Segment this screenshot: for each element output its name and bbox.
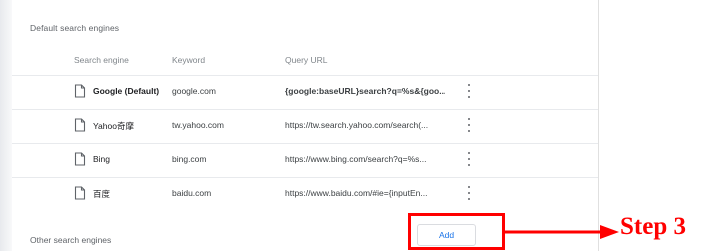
row-divider bbox=[12, 109, 598, 110]
engine-row-bing: Bing bing.com https://www.bing.com/searc… bbox=[12, 143, 598, 177]
row-divider bbox=[12, 177, 598, 178]
engine-keyword: baidu.com bbox=[172, 188, 212, 198]
engine-query-url: https://tw.search.yahoo.com/search(... bbox=[285, 120, 429, 130]
arrow-right-icon bbox=[504, 225, 619, 239]
page-icon bbox=[74, 152, 86, 166]
more-vert-icon[interactable] bbox=[464, 186, 474, 200]
engine-name: Bing bbox=[93, 154, 111, 164]
page-icon bbox=[74, 118, 86, 132]
column-header-keyword: Keyword bbox=[172, 55, 206, 65]
engine-row-baidu: 百度 baidu.com https://www.baidu.com/#ie={… bbox=[12, 177, 598, 211]
column-header-query-url: Query URL bbox=[285, 55, 328, 65]
engine-keyword: google.com bbox=[172, 86, 216, 96]
other-search-engines-title: Other search engines bbox=[30, 235, 112, 245]
engine-query-url: {google:baseURL}search?q=%s&{goo... bbox=[285, 86, 445, 96]
engine-row-yahoo: Yahoo奇摩 tw.yahoo.com https://tw.search.y… bbox=[12, 109, 598, 143]
engine-name: Yahoo奇摩 bbox=[93, 121, 134, 131]
more-vert-icon[interactable] bbox=[464, 152, 474, 166]
engine-keyword: tw.yahoo.com bbox=[172, 120, 224, 130]
section-title: Default search engines bbox=[30, 23, 120, 33]
page-icon bbox=[74, 84, 86, 98]
search-engines-card: Default search engines Search engine Key… bbox=[12, 0, 599, 251]
row-divider bbox=[12, 143, 598, 144]
annotation-highlight-box bbox=[408, 213, 505, 250]
engine-name: 百度 bbox=[93, 189, 111, 199]
page-background-edge bbox=[0, 0, 12, 251]
more-vert-icon[interactable] bbox=[464, 84, 474, 98]
engine-row-google: Google (Default) google.com {google:base… bbox=[12, 75, 598, 109]
more-vert-icon[interactable] bbox=[464, 118, 474, 132]
column-header-search-engine: Search engine bbox=[74, 55, 129, 65]
engine-query-url: https://www.bing.com/search?q=%s... bbox=[285, 154, 427, 164]
row-divider bbox=[12, 75, 598, 76]
engine-query-url: https://www.baidu.com/#ie={inputEn... bbox=[285, 188, 428, 198]
step-annotation-label: Step 3 bbox=[620, 213, 686, 240]
engine-name: Google (Default) bbox=[93, 86, 160, 96]
engine-keyword: bing.com bbox=[172, 154, 207, 164]
page-icon bbox=[74, 186, 86, 200]
